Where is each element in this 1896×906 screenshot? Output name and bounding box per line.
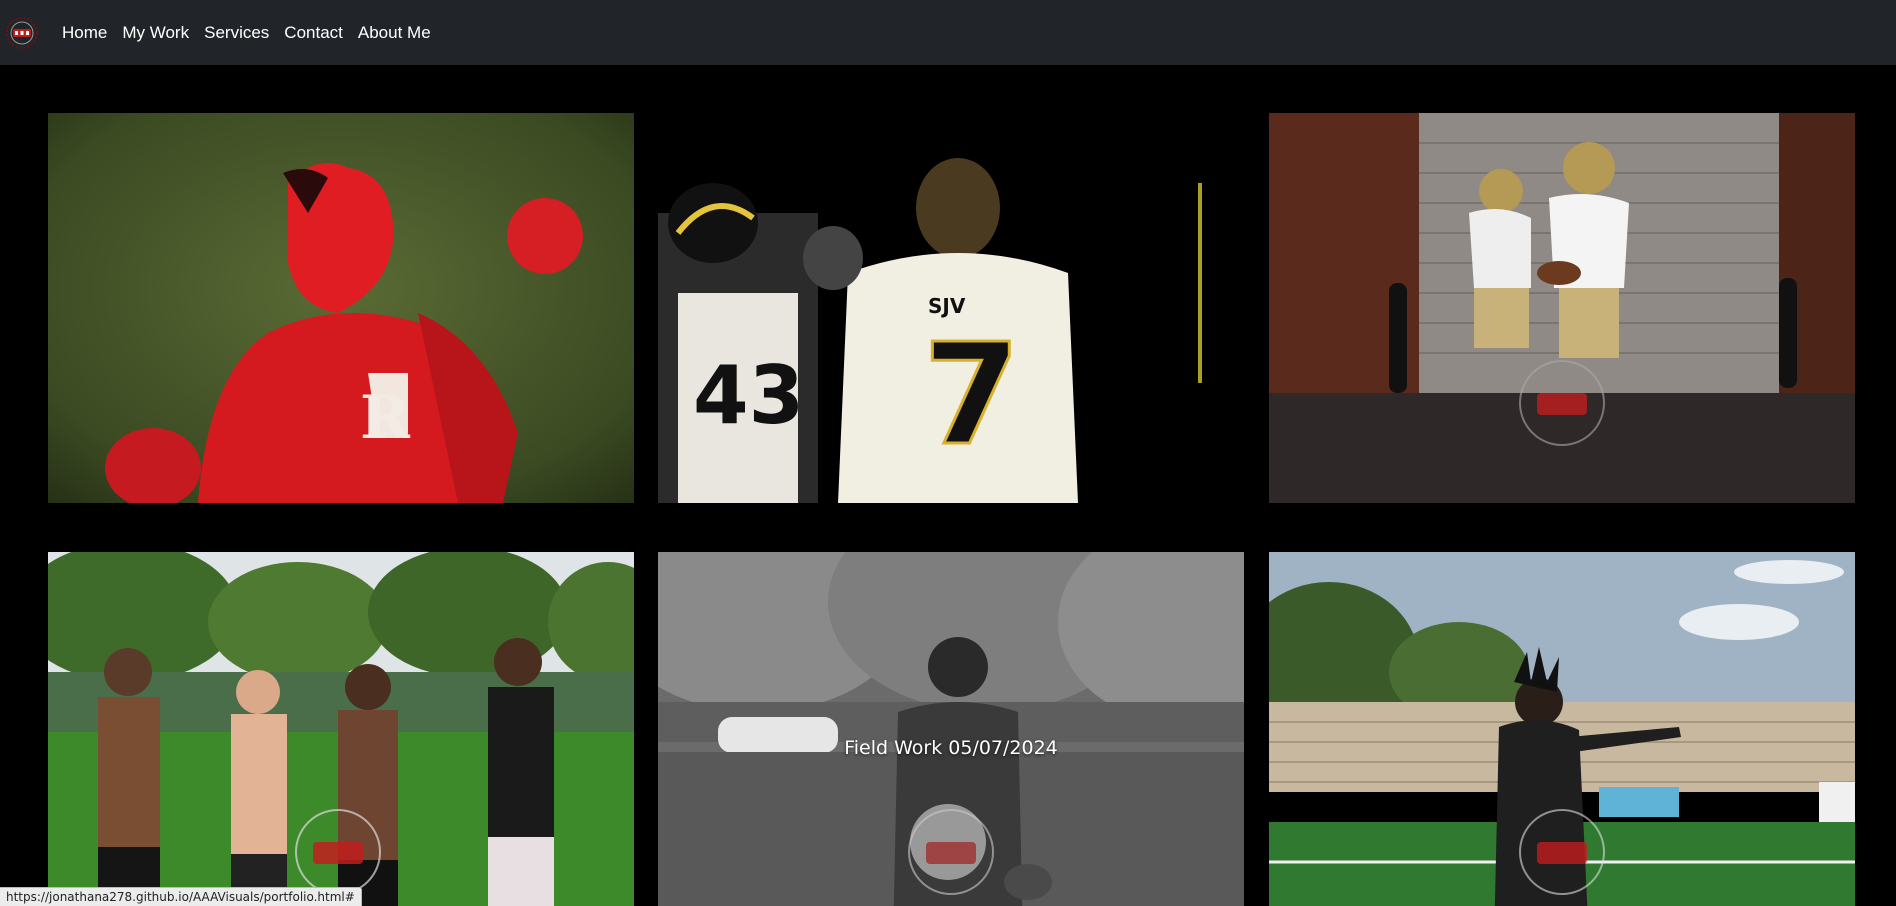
svg-text:R: R xyxy=(360,383,411,453)
gallery-tile-mascot[interactable]: R xyxy=(48,113,634,503)
nav-my-work-link[interactable]: My Work xyxy=(122,23,189,43)
gallery-tile-stadium[interactable] xyxy=(1269,552,1855,906)
nav-about-me-link[interactable]: About Me xyxy=(358,23,431,43)
photo-field-work xyxy=(658,552,1244,906)
svg-text:43: 43 xyxy=(693,349,804,442)
nav-contact-link[interactable]: Contact xyxy=(284,23,343,43)
nav-services-link[interactable]: Services xyxy=(204,23,269,43)
tile-caption: Field Work 05/07/2024 xyxy=(844,737,1058,759)
gallery-tile-handoff[interactable] xyxy=(1269,113,1855,503)
svg-text:SJV: SJV xyxy=(928,294,966,318)
photo-mascot: R xyxy=(48,113,634,503)
gallery-tile-four-athletes[interactable] xyxy=(48,552,634,906)
aaa-visuals-logo-icon[interactable] xyxy=(2,13,42,53)
top-navbar: Home My Work Services Contact About Me xyxy=(0,0,1896,65)
gallery-tile-sjv-players[interactable]: 43 7 SJV xyxy=(658,113,1244,503)
svg-text:7: 7 xyxy=(923,314,1020,477)
photo-four-athletes xyxy=(48,552,634,906)
photo-stadium xyxy=(1269,552,1855,906)
photo-handoff xyxy=(1269,113,1855,503)
status-bar-url: https://jonathana278.github.io/AAAVisual… xyxy=(0,887,362,906)
photo-sjv-players: 43 7 SJV xyxy=(658,113,1244,503)
nav-home-link[interactable]: Home xyxy=(62,23,107,43)
gallery-tile-field-work[interactable]: Field Work 05/07/2024 xyxy=(658,552,1244,906)
